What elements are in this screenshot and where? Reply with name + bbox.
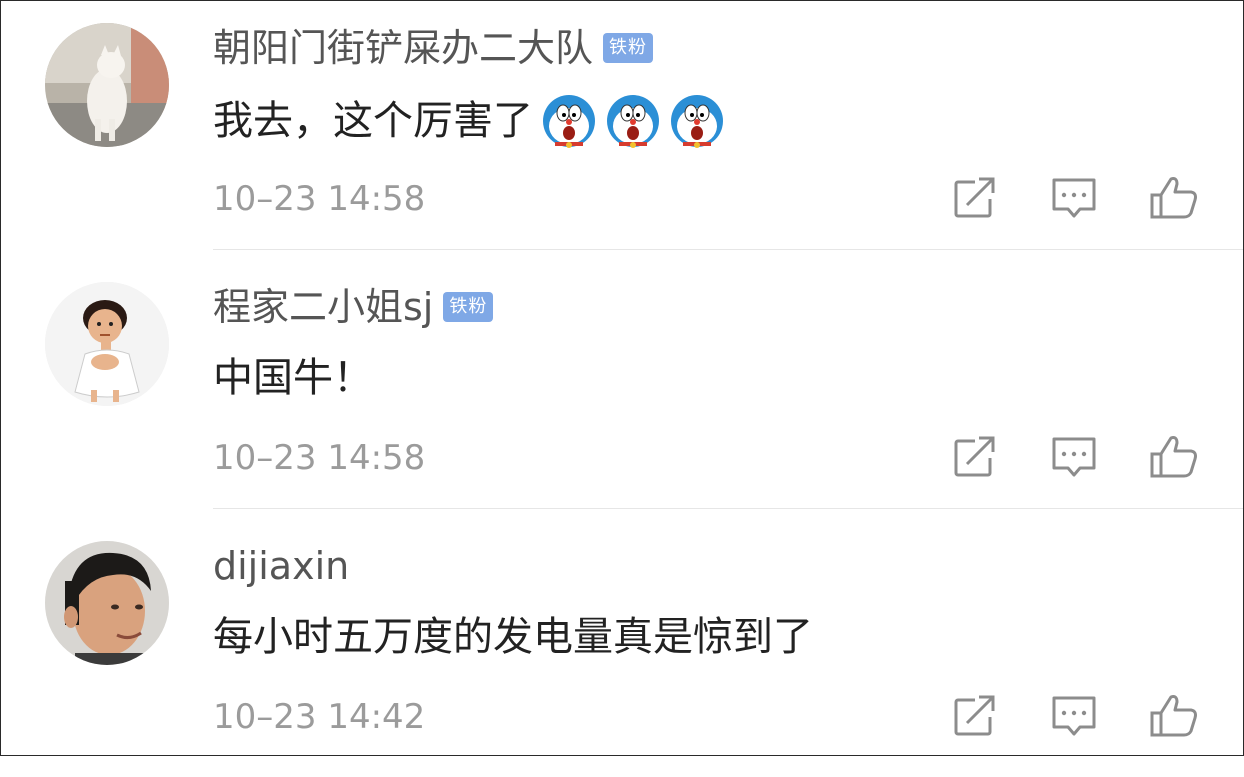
comment-item: 朝阳门街铲屎办二大队 铁粉 我去，这个厉害了 10–23 14:58 [1, 1, 1243, 259]
username[interactable]: 朝阳门街铲屎办二大队 铁粉 [213, 23, 654, 73]
reply-icon[interactable] [1047, 173, 1101, 223]
comment-text: 我去，这个厉害了 [213, 93, 725, 149]
like-icon[interactable] [1147, 691, 1201, 741]
comment-text-body: 每小时五万度的发电量真是惊到了 [213, 614, 813, 660]
timestamp: 10–23 14:58 [213, 438, 426, 478]
username[interactable]: dijiaxin [213, 541, 349, 591]
reply-icon[interactable] [1047, 432, 1101, 482]
divider [213, 508, 1243, 509]
share-icon[interactable] [947, 432, 1001, 482]
avatar[interactable] [45, 282, 169, 406]
doraemon-surprised-icon [605, 93, 661, 149]
cat-avatar [45, 23, 169, 147]
comment-text-body: 中国牛！ [213, 355, 373, 401]
comment-text: 每小时五万度的发电量真是惊到了 [213, 611, 813, 663]
comment-actions [941, 173, 1211, 223]
username-text: dijiaxin [213, 544, 350, 588]
doraemon-surprised-icon [541, 93, 597, 149]
avatar[interactable] [45, 541, 169, 665]
doraemon-surprised-icon [669, 93, 725, 149]
comment-actions [941, 432, 1211, 482]
comment-text: 中国牛！ [213, 352, 373, 404]
comment-actions [941, 691, 1211, 741]
share-icon[interactable] [947, 691, 1001, 741]
divider [213, 249, 1243, 250]
avatar[interactable] [45, 23, 169, 147]
timestamp: 10–23 14:42 [213, 697, 426, 737]
fan-badge: 铁粉 [443, 292, 494, 322]
comment-item: dijiaxin 每小时五万度的发电量真是惊到了 10–23 14:42 [1, 519, 1243, 777]
username-text: 朝阳门街铲屎办二大队 [213, 26, 594, 70]
comment-item: 程家二小姐sj 铁粉 中国牛！ 10–23 14:58 [1, 260, 1243, 518]
username-text: 程家二小姐sj [213, 285, 434, 329]
username[interactable]: 程家二小姐sj 铁粉 [213, 282, 494, 332]
comment-list: 朝阳门街铲屎办二大队 铁粉 我去，这个厉害了 10–23 14:58 程家二小姐… [0, 0, 1244, 756]
reply-icon[interactable] [1047, 691, 1101, 741]
cartoon-avatar [45, 282, 169, 406]
like-icon[interactable] [1147, 173, 1201, 223]
timestamp: 10–23 14:58 [213, 179, 426, 219]
fan-badge: 铁粉 [603, 33, 654, 63]
like-icon[interactable] [1147, 432, 1201, 482]
person-avatar [45, 541, 169, 665]
share-icon[interactable] [947, 173, 1001, 223]
comment-text-body: 我去，这个厉害了 [213, 98, 533, 144]
